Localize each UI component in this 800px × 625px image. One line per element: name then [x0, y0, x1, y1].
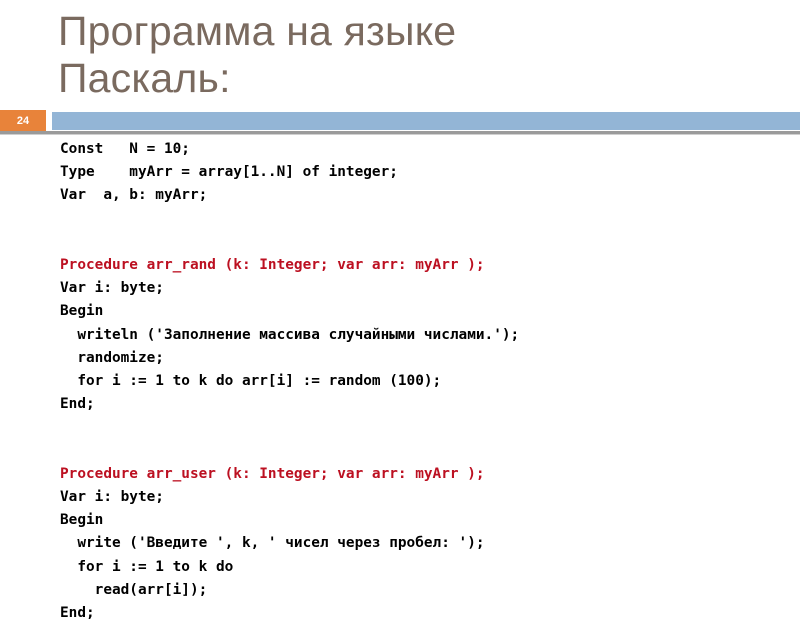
code-line: Type myArr = array[1..N] of integer; [60, 164, 398, 181]
page-number-badge: 24 [0, 110, 46, 132]
pascal-code-listing: Const N = 10; Type myArr = array[1..N] of… [60, 138, 790, 625]
code-line: Var i: byte; [60, 488, 164, 505]
code-line: Procedure arr_rand (k: Integer; var arr:… [60, 256, 485, 273]
code-line: read(arr[i]); [60, 581, 208, 598]
code-line: Var a, b: myArr; [60, 187, 208, 204]
code-line: Begin [60, 303, 104, 320]
code-line: randomize; [60, 349, 164, 366]
code-line: Procedure arr_user (k: Integer; var arr:… [60, 465, 485, 482]
title-divider-band: 24 [0, 110, 800, 135]
title-accent-rule [52, 112, 800, 130]
code-line: Const N = 10; [60, 141, 190, 157]
code-line: for i := 1 to k do [60, 558, 234, 575]
code-line: writeln ('Заполнение массива случайными … [60, 326, 520, 343]
code-line: End; [60, 396, 95, 413]
code-line: Begin [60, 512, 104, 529]
code-line: End; [60, 605, 95, 621]
code-line: write ('Введите ', k, ' чисел через проб… [60, 535, 485, 552]
code-line: for i := 1 to k do arr[i] := random (100… [60, 373, 442, 389]
page-title: Программа на языке Паскаль: [58, 8, 457, 101]
title-rule-shadow-light [0, 134, 800, 135]
code-line: Var i: byte; [60, 280, 164, 297]
